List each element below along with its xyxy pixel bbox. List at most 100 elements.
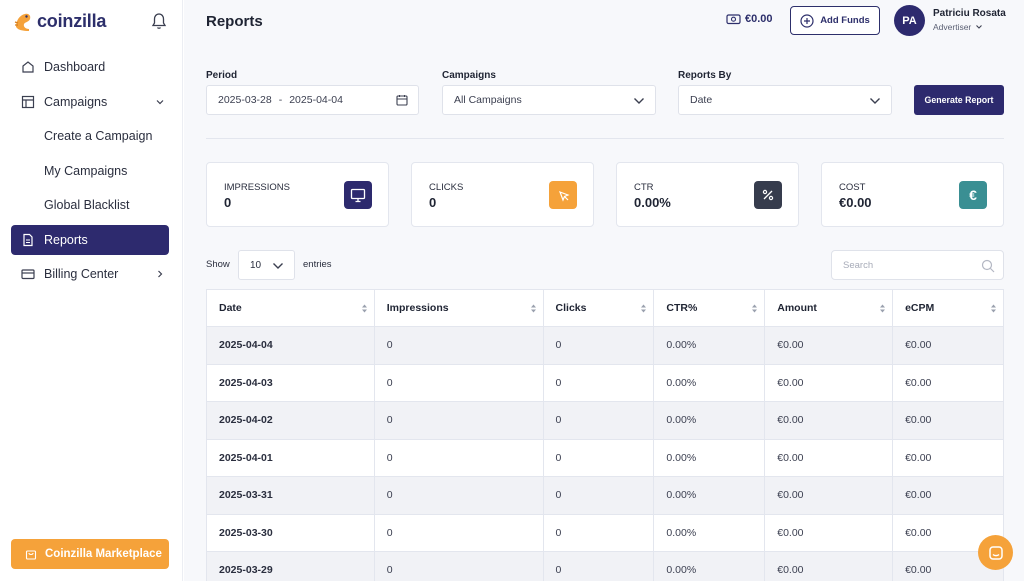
sidebar-item-label: Reports bbox=[44, 232, 88, 247]
table-row: 2025-04-02 0 0 0.00% €0.00 €0.00 bbox=[206, 401, 1004, 440]
stat-card-cost: COST €0.00 € bbox=[821, 162, 1004, 227]
add-funds-button[interactable]: Add Funds bbox=[790, 6, 880, 35]
sidebar-item-global-blacklist[interactable]: Global Blacklist bbox=[11, 190, 169, 220]
reports-by-select[interactable]: Date bbox=[678, 85, 892, 115]
marketplace-label: Coinzilla Marketplace bbox=[45, 548, 162, 560]
monitor-icon bbox=[344, 181, 372, 209]
reports-by-value: Date bbox=[690, 94, 713, 106]
home-icon bbox=[21, 60, 35, 74]
stat-value: 0 bbox=[429, 195, 437, 210]
sort-icon bbox=[530, 304, 536, 313]
stat-value: 0 bbox=[224, 195, 232, 210]
search-icon[interactable] bbox=[981, 259, 995, 273]
campaigns-label: Campaigns bbox=[442, 70, 496, 81]
period-end: 2025-04-04 bbox=[289, 94, 343, 106]
period-separator: - bbox=[278, 94, 283, 106]
sidebar-item-create-campaign[interactable]: Create a Campaign bbox=[11, 121, 169, 151]
column-header-amount[interactable]: Amount bbox=[764, 289, 894, 327]
divider bbox=[206, 138, 1004, 139]
cell-date: 2025-03-30 bbox=[206, 513, 375, 552]
main-content: Reports €0.00 Add Funds PA Patriciu Rosa… bbox=[184, 0, 1024, 581]
campaigns-select[interactable]: All Campaigns bbox=[442, 85, 656, 115]
chat-icon bbox=[988, 545, 1003, 560]
user-role-dropdown[interactable]: Advertiser bbox=[933, 22, 983, 32]
sidebar-item-campaigns[interactable]: Campaigns bbox=[11, 87, 169, 117]
cell-date: 2025-04-02 bbox=[206, 401, 375, 440]
cell-ecpm: €0.00 bbox=[892, 326, 1004, 365]
cell-ecpm: €0.00 bbox=[892, 476, 1004, 515]
stat-label: IMPRESSIONS bbox=[224, 182, 290, 193]
sort-icon bbox=[361, 304, 367, 313]
cell-amount: €0.00 bbox=[764, 401, 894, 440]
column-header-date[interactable]: Date bbox=[206, 289, 375, 327]
cell-ecpm: €0.00 bbox=[892, 401, 1004, 440]
table-row: 2025-03-29 0 0 0.00% €0.00 €0.00 bbox=[206, 551, 1004, 581]
cell-amount: €0.00 bbox=[764, 438, 894, 477]
chat-launcher-button[interactable] bbox=[978, 535, 1013, 570]
sidebar: coinzilla Dashboard Campaigns Create a C… bbox=[0, 0, 183, 581]
header: Reports €0.00 Add Funds PA Patriciu Rosa… bbox=[184, 0, 1024, 44]
column-header-ctr[interactable]: CTR% bbox=[653, 289, 766, 327]
stat-label: CTR bbox=[634, 182, 654, 193]
logo[interactable]: coinzilla bbox=[12, 9, 106, 33]
campaigns-select-value: All Campaigns bbox=[454, 94, 522, 106]
lizard-logo-icon bbox=[12, 10, 34, 32]
column-header-label: Date bbox=[219, 302, 242, 314]
cell-clicks: 0 bbox=[542, 363, 655, 402]
cell-clicks: 0 bbox=[542, 401, 655, 440]
stat-value: 0.00% bbox=[634, 195, 671, 210]
cell-ctr: 0.00% bbox=[653, 513, 766, 552]
table-row: 2025-04-03 0 0 0.00% €0.00 €0.00 bbox=[206, 363, 1004, 402]
shopping-bag-icon bbox=[25, 550, 37, 560]
credit-card-icon bbox=[21, 267, 35, 281]
generate-report-button[interactable]: Generate Report bbox=[914, 85, 1004, 115]
entries-label: entries bbox=[303, 259, 332, 270]
cell-ecpm: €0.00 bbox=[892, 363, 1004, 402]
user-name[interactable]: Patriciu Rosata bbox=[933, 8, 1006, 19]
page-title: Reports bbox=[206, 13, 263, 30]
column-header-impressions[interactable]: Impressions bbox=[373, 289, 544, 327]
avatar[interactable]: PA bbox=[894, 5, 925, 36]
sidebar-item-billing-center[interactable]: Billing Center bbox=[11, 259, 169, 289]
stat-card-impressions: IMPRESSIONS 0 bbox=[206, 162, 389, 227]
table-row: 2025-04-01 0 0 0.00% €0.00 €0.00 bbox=[206, 438, 1004, 477]
cell-date: 2025-04-03 bbox=[206, 363, 375, 402]
user-role: Advertiser bbox=[933, 22, 972, 32]
sidebar-item-my-campaigns[interactable]: My Campaigns bbox=[11, 156, 169, 186]
chevron-down-icon bbox=[869, 96, 881, 109]
sort-icon bbox=[752, 304, 758, 313]
cell-ctr: 0.00% bbox=[653, 438, 766, 477]
table-search bbox=[831, 250, 1004, 280]
sidebar-item-dashboard[interactable]: Dashboard bbox=[11, 52, 169, 82]
period-label: Period bbox=[206, 70, 238, 81]
search-input[interactable] bbox=[832, 251, 972, 279]
sort-icon bbox=[641, 304, 647, 313]
cell-date: 2025-04-01 bbox=[206, 438, 375, 477]
column-header-ecpm[interactable]: eCPM bbox=[892, 289, 1004, 327]
marketplace-button[interactable]: Coinzilla Marketplace bbox=[11, 539, 169, 569]
stat-card-clicks: CLICKS 0 bbox=[411, 162, 594, 227]
document-icon bbox=[21, 233, 35, 247]
sidebar-item-reports[interactable]: Reports bbox=[11, 224, 169, 255]
cell-clicks: 0 bbox=[542, 326, 655, 365]
table-header-row: Date Impressions Clicks CTR% Amount eCPM bbox=[206, 289, 1004, 327]
cell-amount: €0.00 bbox=[764, 363, 894, 402]
balance[interactable]: €0.00 bbox=[726, 13, 773, 25]
entries-select[interactable]: 10 bbox=[238, 250, 295, 280]
bell-icon[interactable] bbox=[151, 12, 167, 30]
cell-ecpm: €0.00 bbox=[892, 438, 1004, 477]
chevron-down-icon bbox=[273, 263, 283, 269]
sidebar-item-label: Create a Campaign bbox=[44, 129, 153, 143]
cell-amount: €0.00 bbox=[764, 326, 894, 365]
table-row: 2025-03-30 0 0 0.00% €0.00 €0.00 bbox=[206, 513, 1004, 552]
stat-label: CLICKS bbox=[429, 182, 464, 193]
sidebar-item-label: My Campaigns bbox=[44, 163, 128, 178]
cell-clicks: 0 bbox=[542, 438, 655, 477]
stat-card-ctr: CTR 0.00% bbox=[616, 162, 799, 227]
cell-clicks: 0 bbox=[542, 513, 655, 552]
cell-ctr: 0.00% bbox=[653, 401, 766, 440]
chevron-down-icon bbox=[976, 25, 983, 29]
column-header-clicks[interactable]: Clicks bbox=[542, 289, 655, 327]
cell-date: 2025-04-04 bbox=[206, 326, 375, 365]
period-date-range[interactable]: 2025-03-28 - 2025-04-04 bbox=[206, 85, 419, 115]
